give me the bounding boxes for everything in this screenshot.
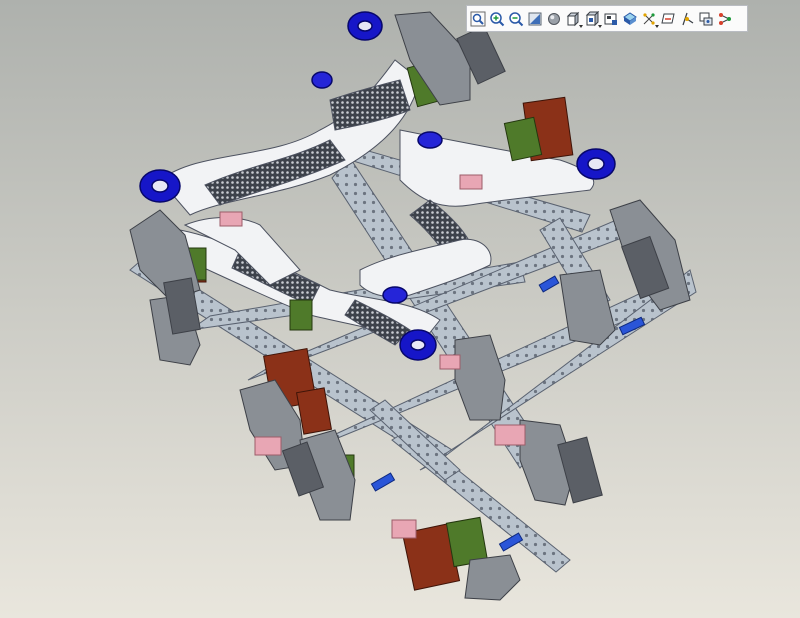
- locator-pin: [538, 275, 560, 293]
- spin-center-button[interactable]: [678, 8, 696, 29]
- pink-pad: [219, 211, 243, 227]
- section-button[interactable]: [621, 8, 639, 29]
- pink-pad: [439, 354, 461, 370]
- frame-rail: [369, 399, 461, 481]
- refit-icon: [470, 11, 486, 26]
- zoom-out-button[interactable]: [507, 8, 525, 29]
- spin-center-icon: [682, 12, 694, 25]
- zoom-in-button[interactable]: [488, 8, 506, 29]
- bushing: [417, 131, 443, 149]
- view-toolbar: [466, 5, 748, 32]
- refit-zoom-button[interactable]: [469, 8, 487, 29]
- clamp-arm: [464, 554, 521, 601]
- display-style-button[interactable]: [564, 8, 583, 29]
- view-manager-icon: [604, 13, 617, 25]
- tree-settings-icon: [719, 12, 731, 25]
- shaded-sphere-icon: [548, 12, 560, 25]
- bushing-core: [151, 179, 169, 193]
- section-icon: [623, 11, 637, 25]
- bushing: [382, 286, 408, 304]
- zoom-out-icon: [509, 11, 524, 26]
- repaint-icon: [528, 12, 542, 25]
- zoom-in-icon: [490, 11, 505, 26]
- subframe-left-arm: [159, 59, 421, 216]
- saved-orientations-button[interactable]: [583, 8, 602, 29]
- view-manager-button[interactable]: [602, 8, 620, 29]
- repaint-button[interactable]: [526, 8, 544, 29]
- bushing-core: [357, 20, 373, 32]
- model-tree-settings-button[interactable]: [716, 8, 734, 29]
- locator-pin: [370, 472, 396, 492]
- bushing: [311, 71, 333, 89]
- clamp-arm: [454, 334, 506, 421]
- appearance-button[interactable]: [697, 8, 715, 29]
- annotation-display-button[interactable]: [659, 8, 677, 29]
- pink-pad: [254, 436, 282, 456]
- green-block: [289, 299, 313, 331]
- fixture-assembly-model[interactable]: [0, 0, 800, 618]
- annotation-icon: [661, 13, 675, 23]
- bushing-core: [587, 157, 605, 171]
- bushing-core: [410, 339, 426, 351]
- graphics-viewport[interactable]: [0, 0, 800, 618]
- pink-pad: [459, 174, 483, 190]
- pink-pad: [494, 424, 526, 446]
- datum-display-button[interactable]: [640, 8, 659, 29]
- appearance-icon: [699, 12, 713, 25]
- shading-button[interactable]: [545, 8, 563, 29]
- pink-pad: [391, 519, 417, 539]
